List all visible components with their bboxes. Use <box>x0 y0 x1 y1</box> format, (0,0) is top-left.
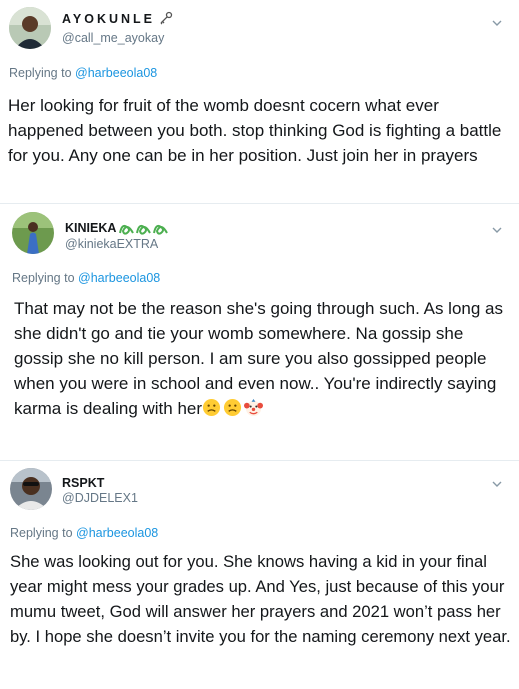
clown-face-emoji <box>244 398 264 417</box>
tweet-text: That may not be the reason she's going t… <box>14 296 514 421</box>
mention-link[interactable]: @harbeeola08 <box>75 66 157 80</box>
chevron-down-icon[interactable] <box>491 476 503 487</box>
mention-link[interactable]: @harbeeola08 <box>78 271 160 285</box>
key-icon <box>159 11 173 28</box>
user-handle[interactable]: @DJDELEX1 <box>62 491 138 505</box>
green-loops-emoji <box>119 221 169 238</box>
mention-link[interactable]: @harbeeola08 <box>76 526 158 540</box>
tweet-1[interactable]: AYOKUNLE @call_me_ayokay Replying to @ha… <box>0 0 519 200</box>
avatar[interactable] <box>9 7 51 49</box>
worried-face-emoji <box>223 398 242 417</box>
avatar[interactable] <box>10 468 52 510</box>
tweet-2[interactable]: KINIEKA @kiniekaEXTRA Replying to @harbe… <box>0 204 519 460</box>
worried-face-emoji <box>202 398 221 417</box>
replying-to: Replying to @harbeeola08 <box>10 526 159 540</box>
display-name[interactable]: KINIEKA <box>65 221 169 238</box>
tweet-text: Her looking for fruit of the womb doesnt… <box>8 96 502 165</box>
user-handle[interactable]: @call_me_ayokay <box>62 31 164 45</box>
display-name[interactable]: AYOKUNLE <box>62 11 173 28</box>
replying-to: Replying to @harbeeola08 <box>12 271 161 285</box>
user-handle[interactable]: @kiniekaEXTRA <box>65 237 158 251</box>
display-name[interactable]: RSPKT <box>62 476 104 490</box>
replying-to: Replying to @harbeeola08 <box>9 66 158 80</box>
chevron-down-icon[interactable] <box>491 222 503 233</box>
tweet-3[interactable]: RSPKT @DJDELEX1 Replying to @harbeeola08… <box>0 461 519 689</box>
tweet-text: She was looking out for you. She knows h… <box>10 552 511 646</box>
avatar[interactable] <box>12 212 54 254</box>
chevron-down-icon[interactable] <box>491 15 503 26</box>
